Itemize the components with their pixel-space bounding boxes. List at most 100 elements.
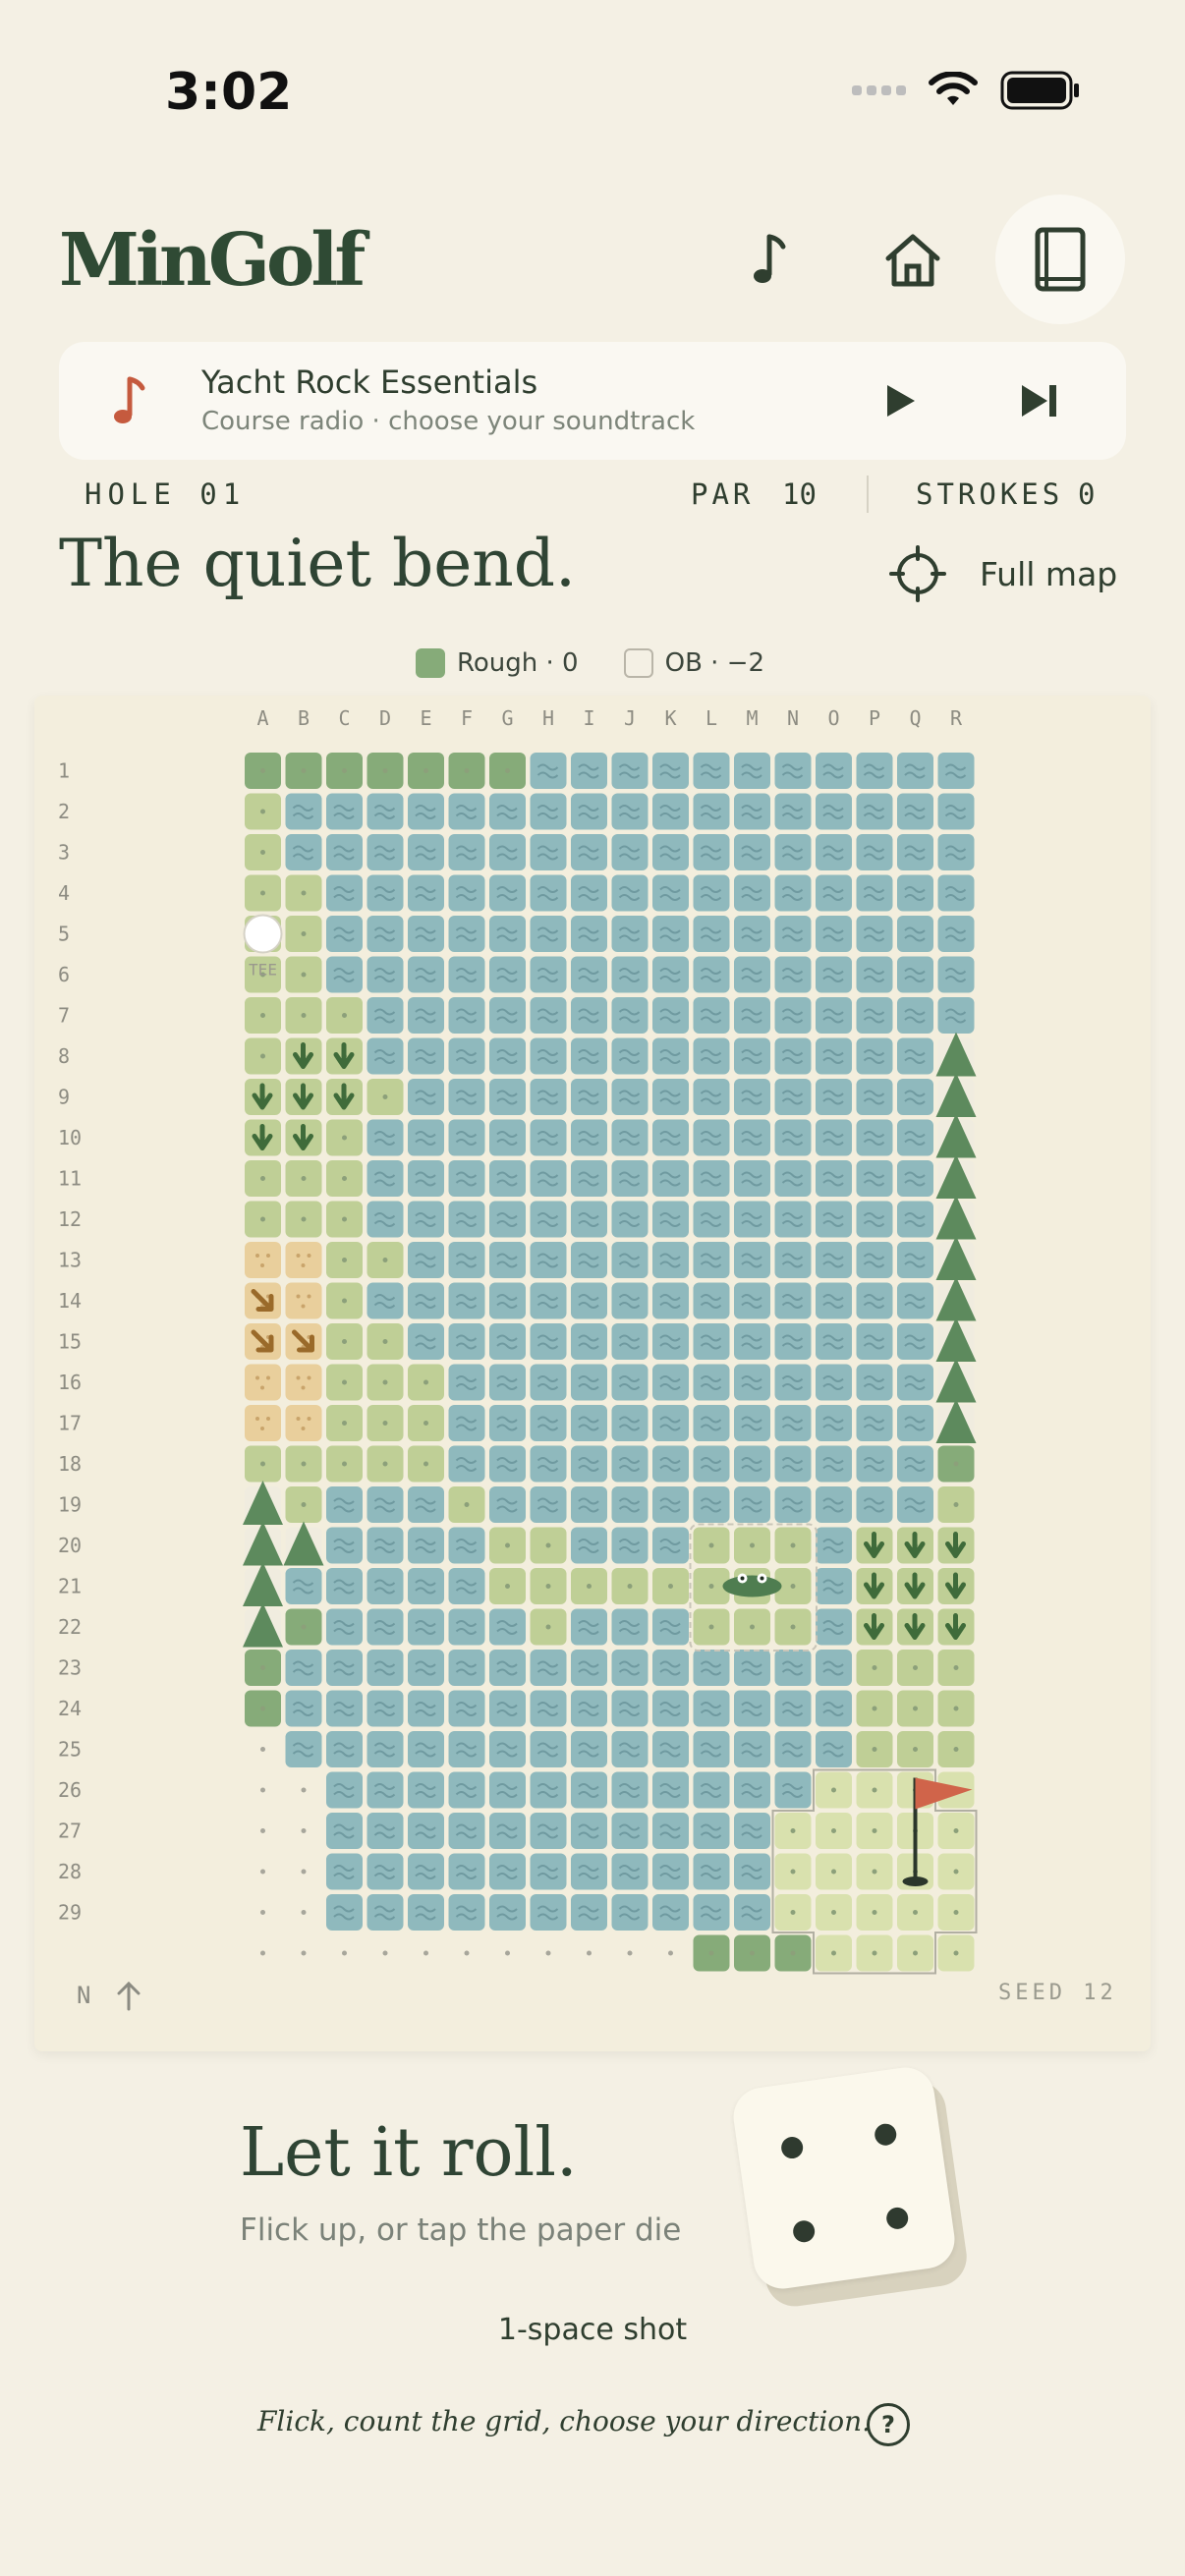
grid-cell: [816, 956, 852, 993]
grid-cell: [571, 1608, 607, 1646]
play-icon[interactable]: [881, 381, 921, 420]
grid-cell: [571, 1323, 607, 1360]
full-map-button[interactable]: Full map: [889, 545, 1117, 602]
row-label: 13: [58, 1249, 82, 1272]
grid-cell: [489, 997, 526, 1034]
grid-cell: [937, 874, 975, 912]
grid-cell: [611, 1650, 649, 1686]
grid-cell: [693, 1853, 730, 1890]
grid-cell: [816, 1568, 852, 1604]
music-button[interactable]: [712, 201, 830, 319]
grid-cell: [448, 834, 485, 870]
paper-die[interactable]: [729, 2063, 959, 2293]
grid-cell: [856, 1119, 893, 1156]
grid-cell: [571, 1201, 607, 1238]
grid-cell: [693, 874, 730, 912]
grid-cell: [774, 1364, 812, 1401]
grid-cell: [408, 997, 444, 1034]
cell-dot: [545, 1542, 551, 1548]
grid-cell: [897, 1242, 933, 1278]
sand-dot: [307, 1294, 311, 1299]
cell-dot: [750, 1542, 755, 1548]
ob-dot: [260, 1828, 265, 1833]
grid-cell: [245, 1364, 281, 1401]
grid-cell: [448, 1079, 485, 1115]
wifi-icon: [929, 72, 978, 105]
grid-cell: [408, 1650, 444, 1686]
grid-cell: [367, 1160, 404, 1197]
grid-cell: [408, 1731, 444, 1767]
grid-cell: [774, 1405, 812, 1441]
course-grid[interactable]: A B C D E F G H I J K L M N O P Q R1234567891011121314151…: [34, 696, 1151, 2051]
skip-next-icon[interactable]: [1018, 381, 1061, 420]
grid-cell: [693, 1037, 730, 1075]
cell-dot: [750, 1624, 755, 1630]
grid-cell: [530, 1282, 567, 1319]
cell-dot: [790, 1624, 796, 1630]
grid-cell: [285, 1650, 322, 1686]
grid-cell: [734, 1894, 770, 1931]
grid-cell: [489, 1650, 526, 1686]
help-button[interactable]: ?: [867, 2403, 910, 2446]
cell-dot: [750, 1950, 755, 1956]
ob-dot: [301, 1828, 307, 1833]
column-label: A: [256, 706, 268, 730]
grid-cell: [571, 793, 607, 830]
cell-dot: [301, 1624, 307, 1630]
grid-cell: [571, 1731, 607, 1767]
grid-cell: [571, 1650, 607, 1686]
grid-cell: [734, 1079, 770, 1115]
cell-dot: [260, 850, 265, 855]
grid-cell: [816, 753, 852, 789]
sand-dot: [296, 1254, 301, 1258]
grid-cell: [326, 1486, 363, 1523]
grid-cell: [489, 1364, 526, 1401]
grid-cell: [326, 1813, 363, 1849]
cell-dot: [668, 1584, 673, 1589]
grid-cell: [856, 997, 893, 1034]
cell-dot: [260, 1216, 265, 1222]
grid-cell: [856, 1445, 893, 1483]
full-map-label: Full map: [980, 554, 1118, 593]
grid-cell: [774, 956, 812, 993]
legend-ob-label: OB · −2: [664, 648, 765, 678]
grid-cell: [693, 956, 730, 993]
cell-dot: [423, 1461, 428, 1467]
radio-station-title: Yacht Rock Essentials: [201, 364, 538, 401]
grid-cell: [489, 1079, 526, 1115]
grid-cell: [571, 1160, 607, 1197]
row-label: 8: [58, 1044, 70, 1068]
grid-cell: [816, 793, 852, 830]
grid-cell: [571, 1405, 607, 1441]
grid-cell: [489, 1037, 526, 1075]
grid-cell: [489, 1201, 526, 1238]
grid-cell: [856, 1160, 893, 1197]
row-label: 9: [58, 1086, 70, 1109]
cell-dot: [260, 809, 265, 814]
grid-cell: [652, 1282, 689, 1319]
home-button[interactable]: [854, 201, 972, 319]
column-label: Q: [909, 706, 921, 730]
row-label: 12: [58, 1207, 82, 1231]
grid-cell: [611, 956, 649, 993]
grid-cell: [326, 1894, 363, 1931]
grid-cell: [326, 1568, 363, 1604]
grid-cell: [285, 1690, 322, 1727]
radio-card[interactable]: [59, 342, 1126, 460]
grid-cell: [774, 1119, 812, 1156]
grid-cell: [897, 1079, 933, 1115]
grid-cell: [367, 1731, 404, 1767]
grid-cell: [897, 916, 933, 952]
rules-book-button[interactable]: [995, 195, 1125, 324]
grid-cell: [326, 1731, 363, 1767]
cell-dot: [913, 1950, 918, 1956]
grid-cell: [856, 1323, 893, 1360]
grid-cell: [530, 1364, 567, 1401]
grid-cell: [367, 1201, 404, 1238]
column-label: E: [420, 706, 431, 730]
grid-cell: [326, 956, 363, 993]
grid-cell: [652, 1894, 689, 1931]
course-map[interactable]: A B C D E F G H I J K L M N O P Q R 1 2 3 4 5 6 7 8 9 10 11 12 13 14 15 1…: [34, 696, 1151, 2051]
grid-cell: [816, 1690, 852, 1727]
grid-cell: [489, 1690, 526, 1727]
